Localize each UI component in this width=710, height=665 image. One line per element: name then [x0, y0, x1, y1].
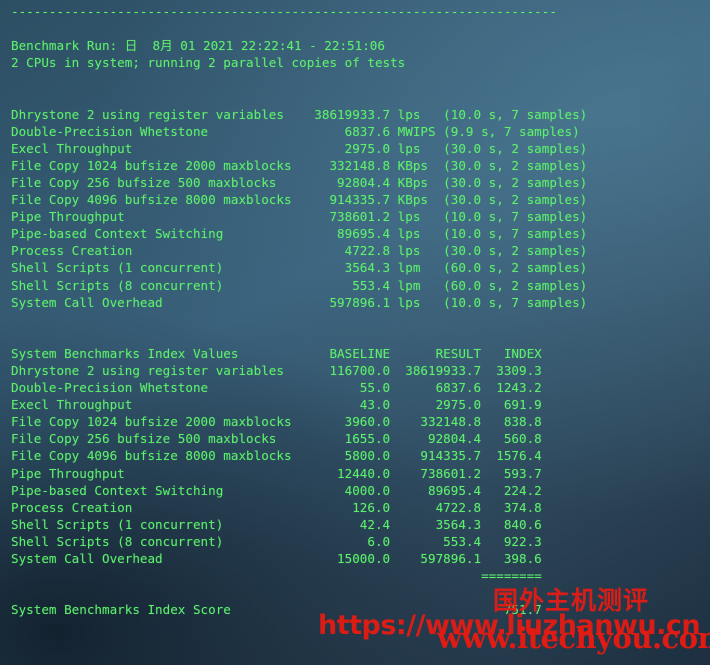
blank-line [11, 311, 710, 328]
blank-line [11, 88, 710, 105]
index-table-row: Pipe-based Context Switching 4000.0 8969… [11, 482, 542, 498]
benchmark-result-row: Shell Scripts (8 concurrent) 553.4 lpm (… [11, 277, 588, 293]
blank-line [11, 20, 710, 37]
index-table-row: Shell Scripts (1 concurrent) 42.4 3564.3… [11, 516, 542, 532]
benchmark-result-row: File Copy 4096 bufsize 8000 maxblocks 91… [11, 192, 588, 208]
benchmark-result-row: System Call Overhead 597896.1 lps (10.0 … [11, 294, 588, 310]
index-separator: ======== [11, 568, 542, 584]
index-table-row: File Copy 1024 bufsize 2000 maxblocks 39… [11, 414, 542, 430]
blank-line [11, 584, 710, 601]
benchmark-result-row: Pipe-based Context Switching 89695.4 lps… [11, 226, 588, 242]
benchmark-result-row: Process Creation 4722.8 lps (30.0 s, 2 s… [11, 243, 588, 259]
benchmark-run-line: Benchmark Run: 日 8月 01 2021 22:22:41 - 2… [11, 38, 385, 54]
index-table-row: Execl Throughput 43.0 2975.0 691.9 [11, 397, 542, 413]
watermark-url-primary: https://www.liuzhanwu.cn [318, 610, 701, 641]
benchmark-result-row: Dhrystone 2 using register variables 386… [11, 106, 588, 122]
blank-line [11, 71, 710, 88]
watermark-url-secondary: www.itechyou.com [437, 621, 710, 655]
terminal-window[interactable]: ----------------------------------------… [0, 0, 710, 665]
benchmark-result-row: Double-Precision Whetstone 6837.6 MWIPS … [11, 123, 580, 139]
index-table-row: Dhrystone 2 using register variables 116… [11, 362, 542, 378]
index-table-rows: Dhrystone 2 using register variables 116… [11, 362, 710, 567]
benchmark-result-row: Execl Throughput 2975.0 lps (30.0 s, 2 s… [11, 140, 588, 156]
benchmark-result-row: File Copy 256 bufsize 500 maxblocks 9280… [11, 174, 588, 190]
benchmark-result-row: File Copy 1024 bufsize 2000 maxblocks 33… [11, 157, 588, 173]
index-table-row: Double-Precision Whetstone 55.0 6837.6 1… [11, 380, 542, 396]
index-score-line: System Benchmarks Index Score 751.7 [11, 602, 542, 618]
index-table-row: Process Creation 126.0 4722.8 374.8 [11, 499, 542, 515]
cpu-info-line: 2 CPUs in system; running 2 parallel cop… [11, 55, 406, 71]
benchmark-results-list: Dhrystone 2 using register variables 386… [11, 106, 710, 311]
index-table-header: System Benchmarks Index Values BASELINE … [11, 345, 542, 361]
top-divider: ----------------------------------------… [11, 4, 557, 19]
blank-line [11, 328, 710, 345]
index-table-row: Shell Scripts (8 concurrent) 6.0 553.4 9… [11, 533, 542, 549]
index-table-row: System Call Overhead 15000.0 597896.1 39… [11, 551, 542, 566]
index-table-row: File Copy 4096 bufsize 8000 maxblocks 58… [11, 448, 542, 464]
benchmark-result-row: Shell Scripts (1 concurrent) 3564.3 lpm … [11, 260, 588, 276]
index-table-row: File Copy 256 bufsize 500 maxblocks 1655… [11, 431, 542, 447]
benchmark-result-row: Pipe Throughput 738601.2 lps (10.0 s, 7 … [11, 209, 588, 225]
index-table-row: Pipe Throughput 12440.0 738601.2 593.7 [11, 465, 542, 481]
